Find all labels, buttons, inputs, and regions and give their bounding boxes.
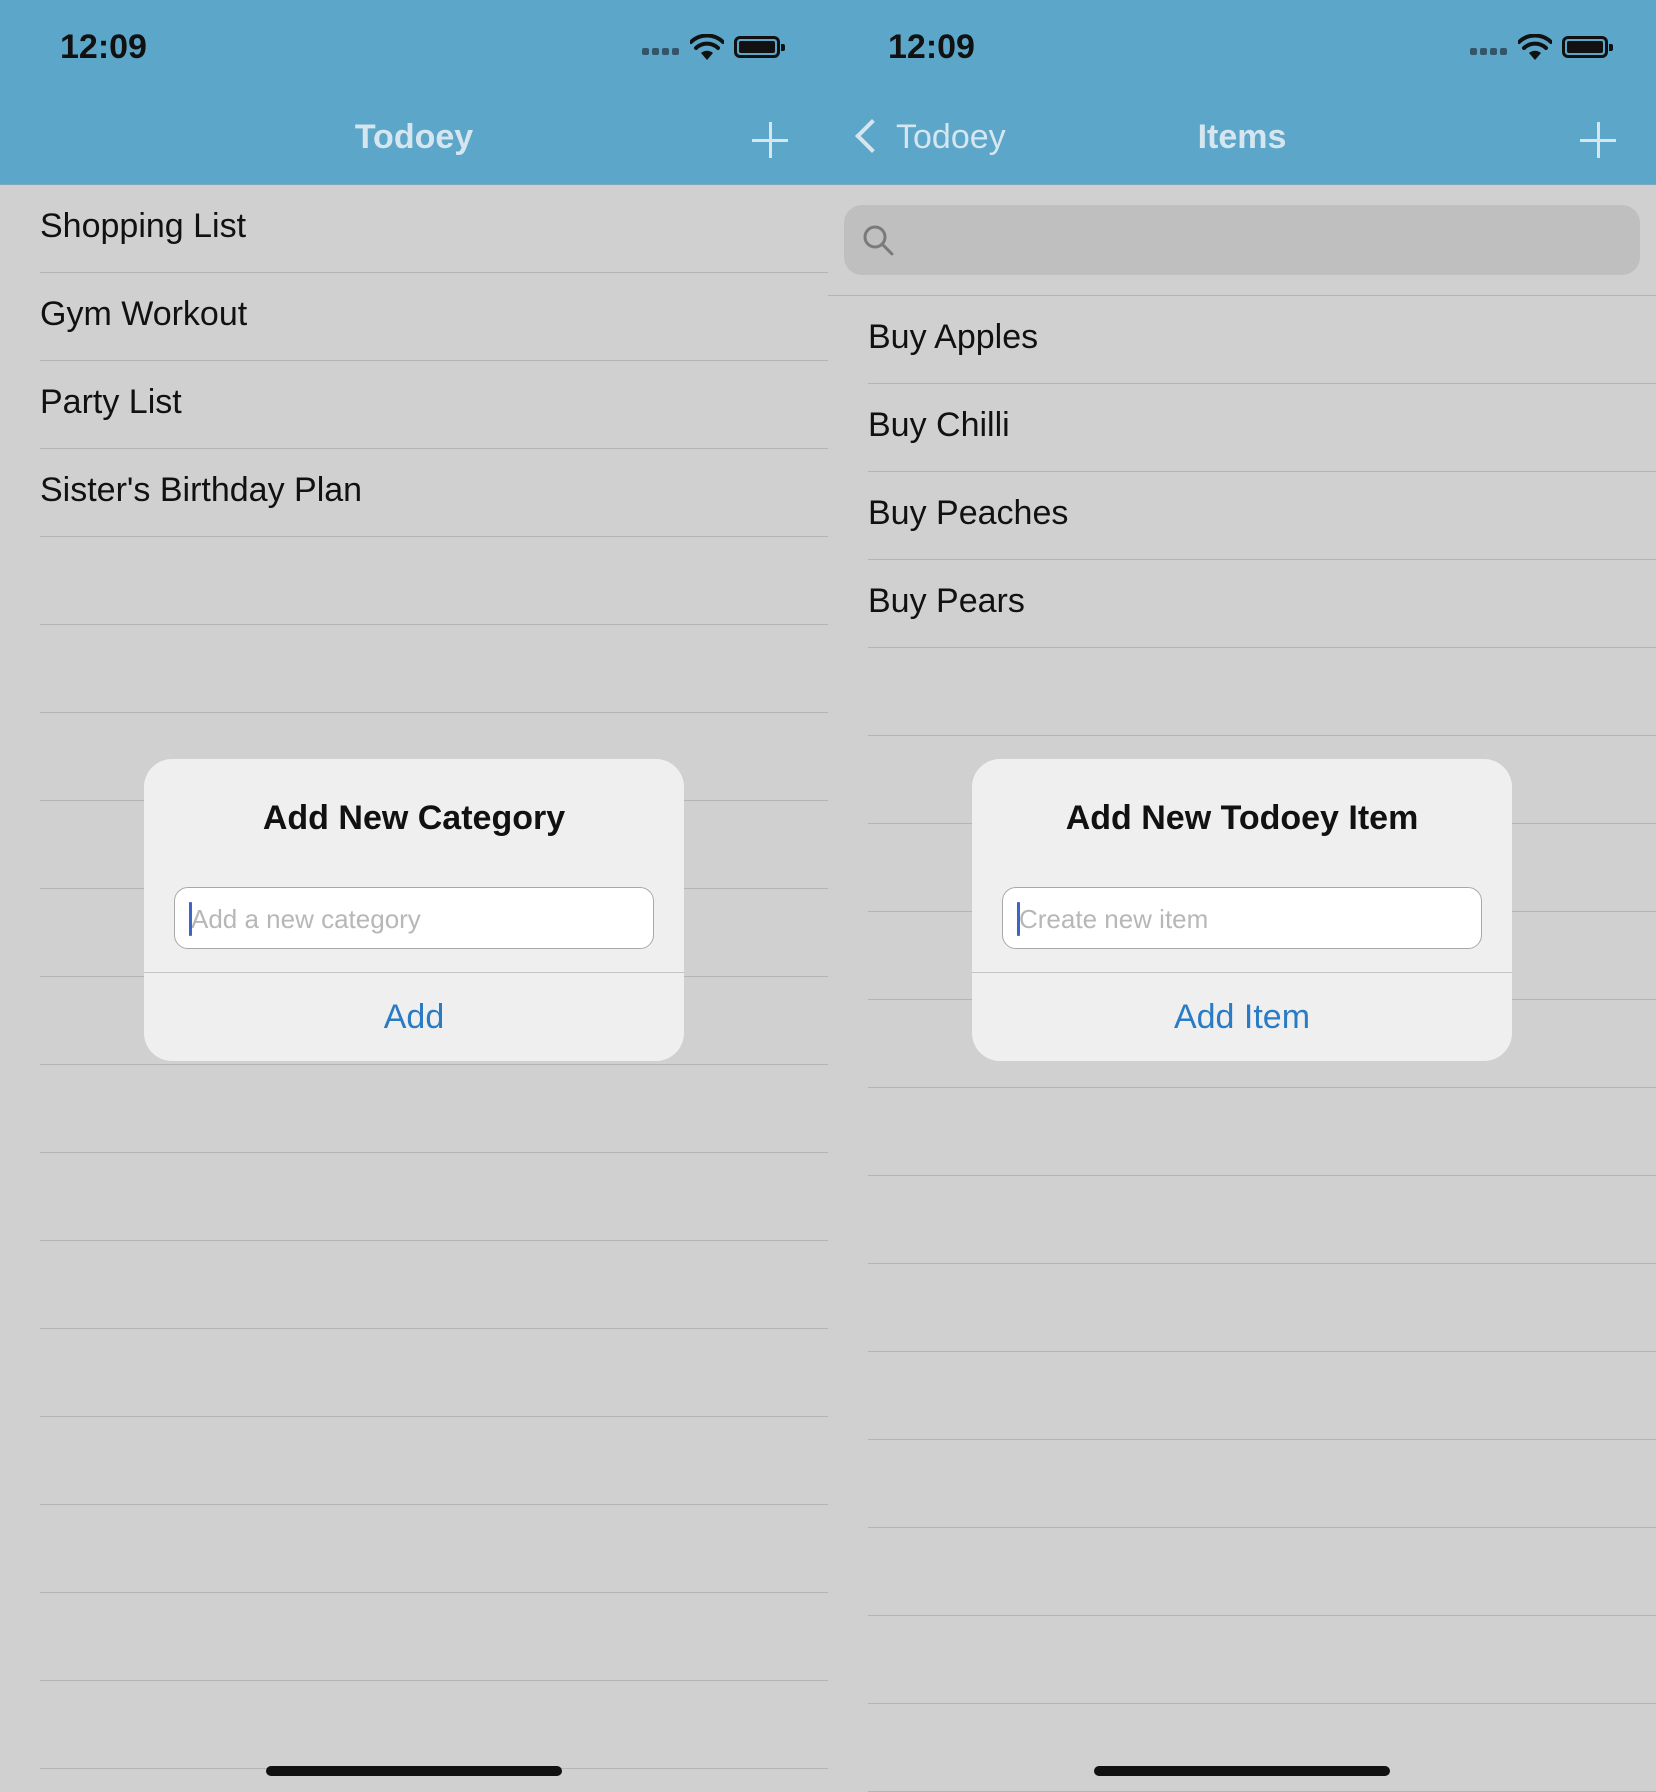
empty-row <box>868 1440 1656 1528</box>
list-item[interactable]: Party List <box>40 361 828 449</box>
add-item-plus-icon[interactable] <box>1580 122 1616 158</box>
empty-row <box>40 625 828 713</box>
empty-row <box>40 1417 828 1505</box>
empty-row <box>40 1505 828 1593</box>
list-item-label: Buy Apples <box>868 318 1039 356</box>
list-item[interactable]: Gym Workout <box>40 273 828 361</box>
empty-row <box>40 1329 828 1417</box>
items-screen: 12:09 Todoey Items Buy Apples Buy Chilli… <box>828 0 1656 1792</box>
list-item-label: Buy Pears <box>868 582 1025 620</box>
empty-row <box>40 1241 828 1329</box>
text-caret <box>189 902 192 936</box>
add-item-button[interactable]: Add Item <box>972 973 1512 1061</box>
empty-row <box>40 1153 828 1241</box>
empty-row <box>40 1065 828 1153</box>
add-button[interactable]: Add <box>144 973 684 1061</box>
search-bar <box>828 185 1656 296</box>
navigation-bar: 12:09 Todoey <box>0 0 828 185</box>
battery-icon <box>1562 36 1613 58</box>
empty-row <box>868 1176 1656 1264</box>
empty-row <box>868 1528 1656 1616</box>
list-item-label: Party List <box>40 383 182 421</box>
categories-screen: 12:09 Todoey Shopping List Gym Workout P… <box>0 0 828 1792</box>
list-item-label: Buy Peaches <box>868 494 1069 532</box>
list-item-label: Gym Workout <box>40 295 248 333</box>
navigation-bar: 12:09 Todoey Items <box>828 0 1656 185</box>
add-category-dialog: Add New Category Add a new category Add <box>144 759 684 1061</box>
empty-row <box>868 1352 1656 1440</box>
empty-row <box>40 1593 828 1681</box>
empty-row <box>40 537 828 625</box>
empty-row <box>868 1264 1656 1352</box>
status-icons <box>642 34 792 62</box>
status-icons <box>1470 34 1620 62</box>
item-name-input[interactable]: Create new item <box>1002 887 1482 949</box>
nav-title: Todoey <box>354 118 474 156</box>
empty-row <box>868 1616 1656 1704</box>
search-input[interactable] <box>844 205 1640 275</box>
empty-row <box>40 1681 828 1769</box>
list-item-label: Shopping List <box>40 207 247 245</box>
empty-row <box>868 1088 1656 1176</box>
list-item[interactable]: Buy Peaches <box>868 472 1656 560</box>
list-item[interactable]: Shopping List <box>40 185 828 273</box>
list-item[interactable]: Buy Chilli <box>868 384 1656 472</box>
home-indicator[interactable] <box>1094 1766 1390 1776</box>
list-item[interactable]: Buy Pears <box>868 560 1656 648</box>
wifi-icon <box>1518 34 1552 60</box>
category-name-input[interactable]: Add a new category <box>174 887 654 949</box>
add-item-dialog: Add New Todoey Item Create new item Add … <box>972 759 1512 1061</box>
status-time: 12:09 <box>888 28 975 66</box>
input-placeholder: Add a new category <box>191 904 421 934</box>
status-time: 12:09 <box>60 28 147 66</box>
list-item-label: Sister's Birthday Plan <box>40 471 363 509</box>
home-indicator[interactable] <box>266 1766 562 1776</box>
empty-row <box>868 1704 1656 1792</box>
search-icon <box>863 225 894 256</box>
text-caret <box>1017 902 1020 936</box>
dialog-title: Add New Category <box>262 799 566 837</box>
list-item[interactable]: Sister's Birthday Plan <box>40 449 828 537</box>
list-item[interactable]: Buy Apples <box>868 296 1656 384</box>
signal-icon <box>642 48 682 56</box>
list-item-label: Buy Chilli <box>868 406 1010 444</box>
nav-title: Items <box>1197 118 1287 156</box>
dialog-title: Add New Todoey Item <box>1065 799 1419 837</box>
battery-icon <box>734 36 785 58</box>
wifi-icon <box>690 34 724 60</box>
signal-icon <box>1470 48 1510 56</box>
input-placeholder: Create new item <box>1019 904 1209 934</box>
empty-row <box>868 648 1656 736</box>
add-category-plus-icon[interactable] <box>752 122 788 158</box>
